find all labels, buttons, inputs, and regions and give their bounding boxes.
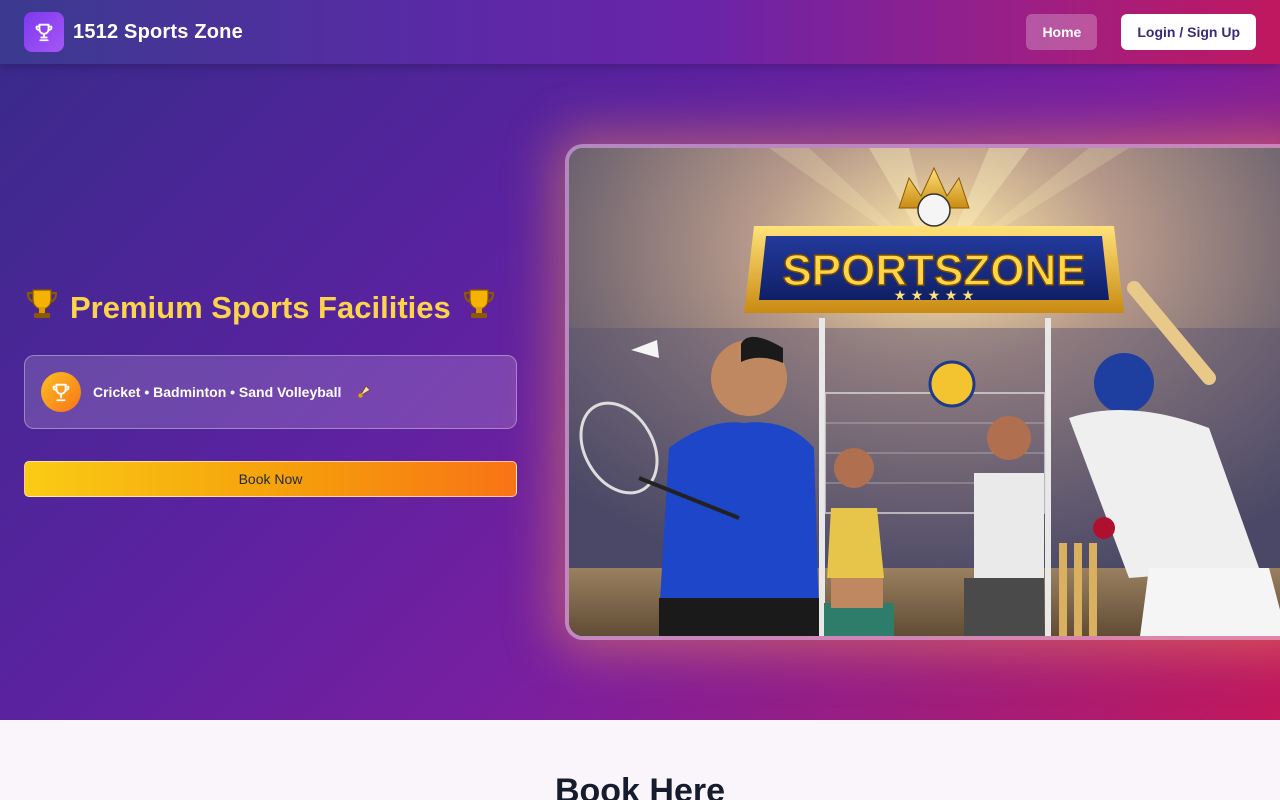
shuttlecock-icon: [357, 383, 373, 402]
booking-section: Book Here: [0, 720, 1280, 800]
page: 1512 Sports Zone Home Login / Sign Up Pr…: [0, 0, 1280, 800]
trophy-icon: [41, 372, 81, 412]
top-navbar: 1512 Sports Zone Home Login / Sign Up: [0, 0, 1280, 64]
sports-list-text: Cricket • Badminton • Sand Volleyball: [93, 384, 342, 400]
home-nav-button[interactable]: Home: [1026, 14, 1098, 50]
hero-title: Premium Sports Facilities: [24, 286, 497, 330]
login-signup-button[interactable]: Login / Sign Up: [1121, 14, 1256, 50]
trophy-icon: [24, 286, 60, 330]
nav-actions: Home Login / Sign Up: [1026, 14, 1256, 50]
sports-collage-image: SPORTSZONE ★ ★ ★ ★ ★: [565, 144, 1280, 640]
trophy-icon: [24, 12, 64, 52]
book-now-button[interactable]: Book Now: [24, 461, 517, 497]
sports-feature-card: Cricket • Badminton • Sand Volleyball: [24, 355, 517, 429]
svg-text:★ ★ ★ ★ ★: ★ ★ ★ ★ ★: [894, 288, 975, 304]
brand-name: 1512 Sports Zone: [73, 20, 243, 43]
hero-section: Premium Sports Facilities Cricket • Badm…: [0, 64, 1280, 720]
hero-title-text: Premium Sports Facilities: [70, 290, 451, 325]
book-here-heading: Book Here: [554, 772, 726, 800]
trophy-icon: [461, 286, 497, 330]
brand[interactable]: 1512 Sports Zone: [24, 12, 243, 52]
